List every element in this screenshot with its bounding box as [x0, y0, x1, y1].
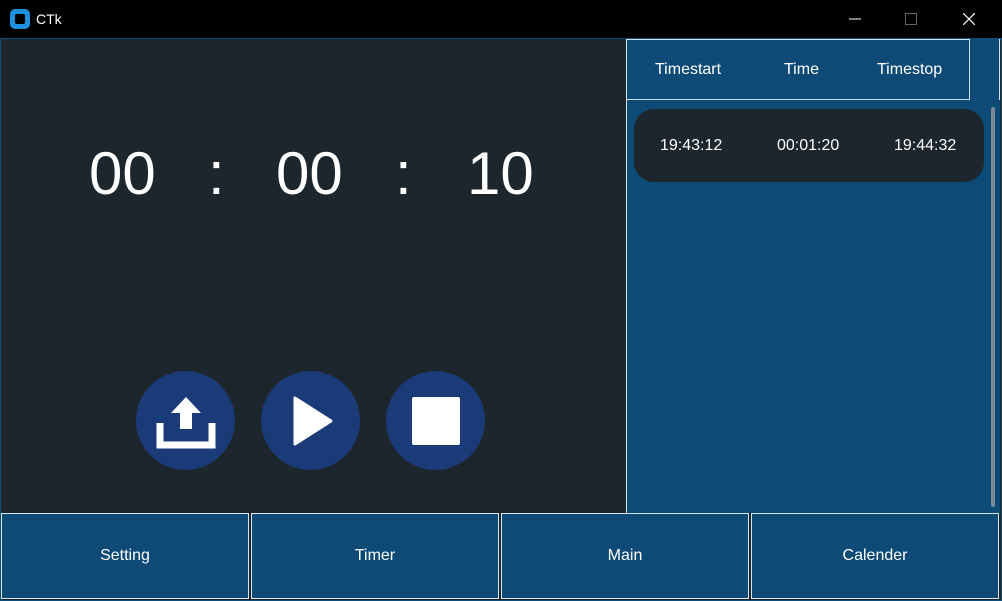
app-icon: [10, 9, 30, 29]
title-bar: CTk: [0, 0, 1002, 38]
timer-separator: :: [395, 140, 412, 207]
scrollbar[interactable]: [991, 107, 995, 507]
minimize-button[interactable]: [832, 0, 878, 38]
bottom-nav: Setting Timer Main Calender: [1, 513, 1001, 599]
log-header: Timestart Time Timestop: [627, 39, 970, 100]
window-title: CTk: [36, 11, 62, 27]
upload-icon: [156, 396, 215, 448]
play-button[interactable]: [261, 371, 360, 470]
table-row[interactable]: 19:43:12 00:01:20 19:44:32: [634, 109, 984, 182]
session-log-panel: Timestart Time Timestop 19:43:12 00:01:2…: [626, 39, 1000, 513]
nav-timer-button[interactable]: Timer: [251, 513, 499, 599]
maximize-button[interactable]: [888, 0, 934, 38]
close-icon: [963, 13, 975, 25]
header-timestart: Timestart: [655, 61, 722, 78]
upload-button[interactable]: [136, 371, 235, 470]
timer-minutes: 00: [276, 140, 343, 207]
stop-button[interactable]: [386, 371, 485, 470]
nav-setting-button[interactable]: Setting: [1, 513, 249, 599]
nav-calender-button[interactable]: Calender: [751, 513, 999, 599]
timer-seconds: 10: [467, 140, 534, 207]
row-time: 00:01:20: [777, 137, 840, 154]
stop-icon: [411, 396, 460, 445]
nav-main-button[interactable]: Main: [501, 513, 749, 599]
minimize-icon: [849, 18, 861, 20]
row-start: 19:43:12: [660, 137, 723, 154]
timer-panel: 00 : 00 : 10: [1, 39, 625, 513]
header-time: Time: [784, 61, 819, 78]
row-stop: 19:44:32: [894, 137, 957, 154]
panel-edge: [999, 39, 1000, 100]
timer-hours: 00: [89, 140, 156, 207]
play-icon: [293, 396, 332, 445]
close-button[interactable]: [946, 0, 992, 38]
maximize-icon: [905, 13, 917, 25]
header-timestop: Timestop: [877, 61, 943, 78]
timer-separator: :: [208, 140, 225, 207]
